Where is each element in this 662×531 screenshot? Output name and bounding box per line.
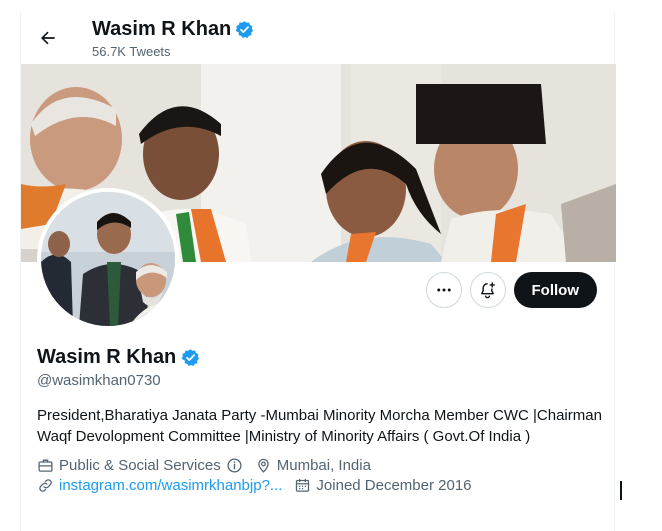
info-icon[interactable] (226, 457, 243, 474)
calendar-icon (296, 479, 310, 492)
profile-display-name: Wasim R Khan (37, 346, 200, 369)
briefcase-icon (38, 459, 53, 472)
back-button[interactable] (33, 23, 63, 53)
more-dots-icon (436, 288, 451, 292)
text-cursor (620, 481, 622, 500)
header-name: Wasim R Khan (92, 18, 254, 41)
location-pin-icon (257, 458, 269, 473)
more-button[interactable] (425, 272, 462, 308)
profile-handle: @wasimkhan0730 (37, 372, 161, 389)
location-label: Mumbai, India (276, 457, 371, 474)
verified-badge-icon[interactable] (181, 348, 200, 367)
follow-button[interactable]: Follow (513, 272, 597, 308)
header-name-text: Wasim R Khan (92, 18, 232, 40)
notify-button[interactable] (469, 272, 506, 308)
profile-avatar[interactable] (37, 188, 179, 330)
profile-bio: President,Bharatiya Janata Party -Mumbai… (37, 407, 602, 445)
profile-meta-row: instagram.com/wasimrkhanbjp?... Joined D… (37, 477, 484, 494)
website-item: instagram.com/wasimrkhanbjp?... (37, 477, 282, 494)
joined-item: Joined December 2016 (294, 477, 472, 494)
tweet-count: 56.7K Tweets (92, 44, 171, 59)
bell-plus-icon (481, 281, 495, 298)
profile-frame: Wasim R Khan 56.7K Tweets Follow Wasim R… (20, 12, 616, 531)
location-item: Mumbai, India (255, 457, 371, 474)
website-link[interactable]: instagram.com/wasimrkhanbjp?... (59, 477, 282, 494)
arrow-left-icon (41, 31, 55, 45)
category-label: Public & Social Services (59, 457, 221, 474)
category-item: Public & Social Services (37, 457, 243, 474)
display-name-text: Wasim R Khan (37, 346, 177, 368)
profile-actions: Follow (425, 272, 597, 308)
link-icon (39, 479, 52, 492)
profile-header-bar: Wasim R Khan 56.7K Tweets (21, 12, 614, 64)
profile-meta-row: Public & Social Services Mumbai, India (37, 457, 383, 474)
joined-label: Joined December 2016 (316, 477, 472, 494)
verified-badge-icon (235, 21, 254, 38)
